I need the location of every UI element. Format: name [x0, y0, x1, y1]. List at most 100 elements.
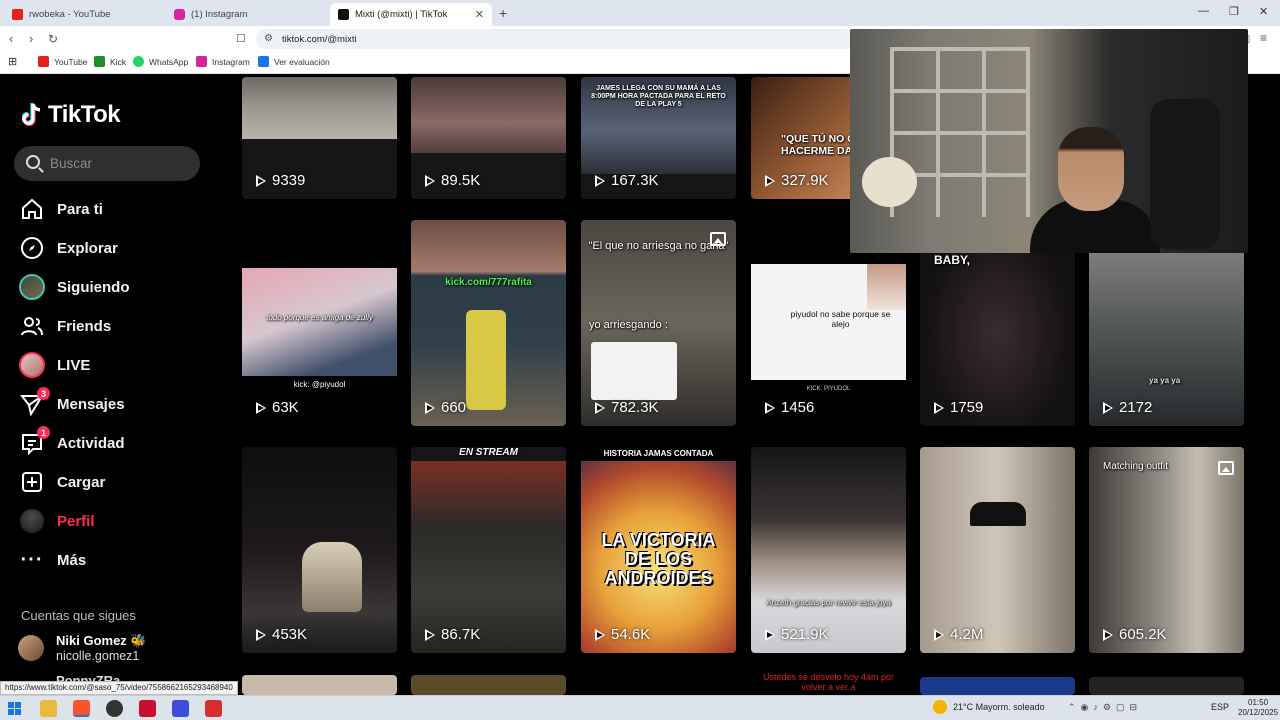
bookmark-instagram[interactable]: Instagram — [196, 56, 250, 67]
forward-icon[interactable]: › — [29, 31, 33, 46]
brave-browser-icon[interactable] — [73, 700, 90, 717]
video-card[interactable]: Ustedes se desvelo hoy 4am por volver a … — [751, 669, 906, 695]
bookmark-icon[interactable]: ☐ — [236, 32, 246, 45]
video-caption: piyudol no sabe porque se alejo — [790, 309, 891, 329]
back-icon[interactable]: ‹ — [9, 31, 13, 46]
menu-icon[interactable]: ≡ — [1260, 31, 1267, 45]
close-tab-icon[interactable]: ✕ — [475, 8, 484, 21]
nav-explorar[interactable]: Explorar — [18, 233, 118, 263]
video-card[interactable] — [920, 677, 1075, 695]
view-count: 86.7K — [425, 626, 480, 643]
play-icon — [595, 174, 605, 187]
nav-label: Actividad — [57, 434, 125, 452]
streamer-webcam-overlay — [850, 29, 1248, 253]
clock-time: 01:50 — [1248, 698, 1269, 707]
view-count: 9339 — [256, 172, 305, 189]
shelf — [982, 47, 986, 217]
apps-grid-icon[interactable]: ⊞ — [8, 55, 17, 68]
nav-cargar[interactable]: Cargar — [18, 467, 105, 497]
windows-start-icon[interactable] — [8, 700, 25, 717]
video-card[interactable]: 89.5K — [411, 77, 566, 199]
photo-mode-icon — [710, 232, 726, 246]
video-card[interactable] — [411, 675, 566, 695]
bookmark-evaluacion[interactable]: Ver evaluación — [258, 56, 330, 67]
bookmark-kick[interactable]: Kick — [94, 56, 126, 67]
video-card[interactable]: 9339 — [242, 77, 397, 199]
file-explorer-icon[interactable] — [40, 700, 57, 717]
view-count: 54.6K — [595, 626, 650, 643]
search-input[interactable]: Buscar — [14, 146, 200, 181]
nav-para-ti[interactable]: Para ti — [18, 194, 103, 224]
video-card[interactable]: Anzeth gracias por revivir esta joya 521… — [751, 447, 906, 653]
tiktok-logo[interactable]: TikTok — [22, 101, 121, 129]
nav-friends[interactable]: Friends — [18, 311, 111, 341]
view-count: 605.2K — [1103, 626, 1167, 643]
video-card[interactable]: todo porque es amiga de zully kick: @piy… — [242, 220, 397, 426]
minimize-icon[interactable]: — — [1198, 5, 1209, 17]
play-icon — [425, 401, 435, 414]
tab-tiktok[interactable]: Mixti (@mixti) | TikTok ✕ — [330, 3, 492, 26]
close-window-icon[interactable]: ✕ — [1259, 5, 1268, 18]
video-card[interactable]: 453K — [242, 447, 397, 653]
nav-perfil[interactable]: Perfil — [18, 506, 95, 536]
system-tray-icons[interactable]: ⌃◉♪⚙▢⊟ — [1068, 702, 1142, 713]
tab-youtube[interactable]: rwobeka - YouTube — [4, 3, 162, 26]
plush-toy — [862, 157, 917, 207]
reload-icon[interactable]: ↻ — [48, 32, 58, 46]
tab-instagram[interactable]: (1) Instagram — [166, 3, 326, 26]
view-count-value: 4.2M — [950, 626, 984, 643]
nav-mas[interactable]: ··· Más — [18, 545, 87, 575]
app-icon[interactable] — [172, 700, 189, 717]
view-count: 1759 — [934, 399, 983, 416]
video-card[interactable] — [242, 675, 397, 695]
address-bar[interactable]: ⚙ tiktok.com/@mixti — [256, 29, 856, 49]
nav-mensajes[interactable]: 3 Mensajes — [18, 387, 125, 419]
view-count: 453K — [256, 626, 307, 643]
nav-actividad[interactable]: 1 Actividad — [18, 426, 125, 458]
view-count: 63K — [256, 399, 299, 416]
nav-live[interactable]: LIVE — [18, 350, 90, 380]
view-count: 2172 — [1103, 399, 1152, 416]
language-indicator[interactable]: ESP — [1211, 702, 1229, 712]
weather-icon[interactable] — [933, 700, 947, 716]
video-card[interactable]: EN STREAM 86.7K — [411, 447, 566, 653]
nav-label: LIVE — [57, 356, 91, 374]
new-tab-button[interactable]: + — [499, 5, 507, 21]
video-card[interactable]: "El que no arriesga no gana" yo arriesga… — [581, 220, 736, 426]
view-count: 327.9K — [765, 172, 829, 189]
video-card[interactable]: HISTORIA JAMAS CONTADA LA VICTORIA DE LO… — [581, 447, 736, 653]
bookmark-label: WhatsApp — [149, 56, 189, 67]
view-count: 4.2M — [934, 626, 983, 643]
bookmark-youtube[interactable]: YouTube — [38, 56, 87, 67]
video-caption-secondary: yo arriesgando : — [589, 319, 668, 331]
video-card[interactable]: JAMES LLEGA CON SU MAMÁ A LAS 8:00PM HOR… — [581, 77, 736, 199]
site-info-icon[interactable]: ⚙ — [264, 33, 273, 44]
app-icon[interactable] — [205, 700, 222, 717]
youtube-icon — [38, 56, 49, 67]
weather-text[interactable]: 21°C Mayorm. soleado — [953, 702, 1045, 712]
nav-label: Para ti — [57, 200, 103, 218]
maximize-icon[interactable]: ❐ — [1229, 5, 1239, 18]
app-icon[interactable] — [139, 700, 156, 717]
video-card[interactable]: 4.2M — [920, 447, 1075, 653]
video-card[interactable]: kick.com/777rafita 660 — [411, 220, 566, 426]
bookmark-label: Instagram — [212, 56, 250, 67]
video-card[interactable] — [1089, 677, 1244, 695]
tiktok-wordmark: TikTok — [48, 101, 121, 128]
obs-icon[interactable] — [106, 700, 123, 717]
bookmark-whatsapp[interactable]: WhatsApp — [133, 56, 188, 67]
messages-badge: 3 — [37, 387, 50, 400]
video-thumbnail — [920, 447, 1075, 653]
following-account-1[interactable]: Niki Gomez 🐝 nicolle.gomez1 — [18, 633, 147, 663]
video-caption: BABY, — [934, 253, 971, 267]
compass-icon — [18, 234, 46, 262]
video-card[interactable]: Matching outfit 605.2K — [1089, 447, 1244, 653]
clock[interactable]: 01:50 20/12/2025 — [1238, 698, 1278, 718]
video-caption: HISTORIA JAMAS CONTADA — [581, 447, 736, 461]
link-status-tooltip: https://www.tiktok.com/@saso_75/video/75… — [0, 681, 238, 695]
youtube-icon — [12, 9, 23, 20]
view-count-value: 54.6K — [611, 626, 651, 643]
nav-siguiendo[interactable]: Siguiendo — [18, 272, 130, 302]
bookmark-label: YouTube — [54, 56, 88, 67]
nav-label: Perfil — [57, 512, 95, 530]
